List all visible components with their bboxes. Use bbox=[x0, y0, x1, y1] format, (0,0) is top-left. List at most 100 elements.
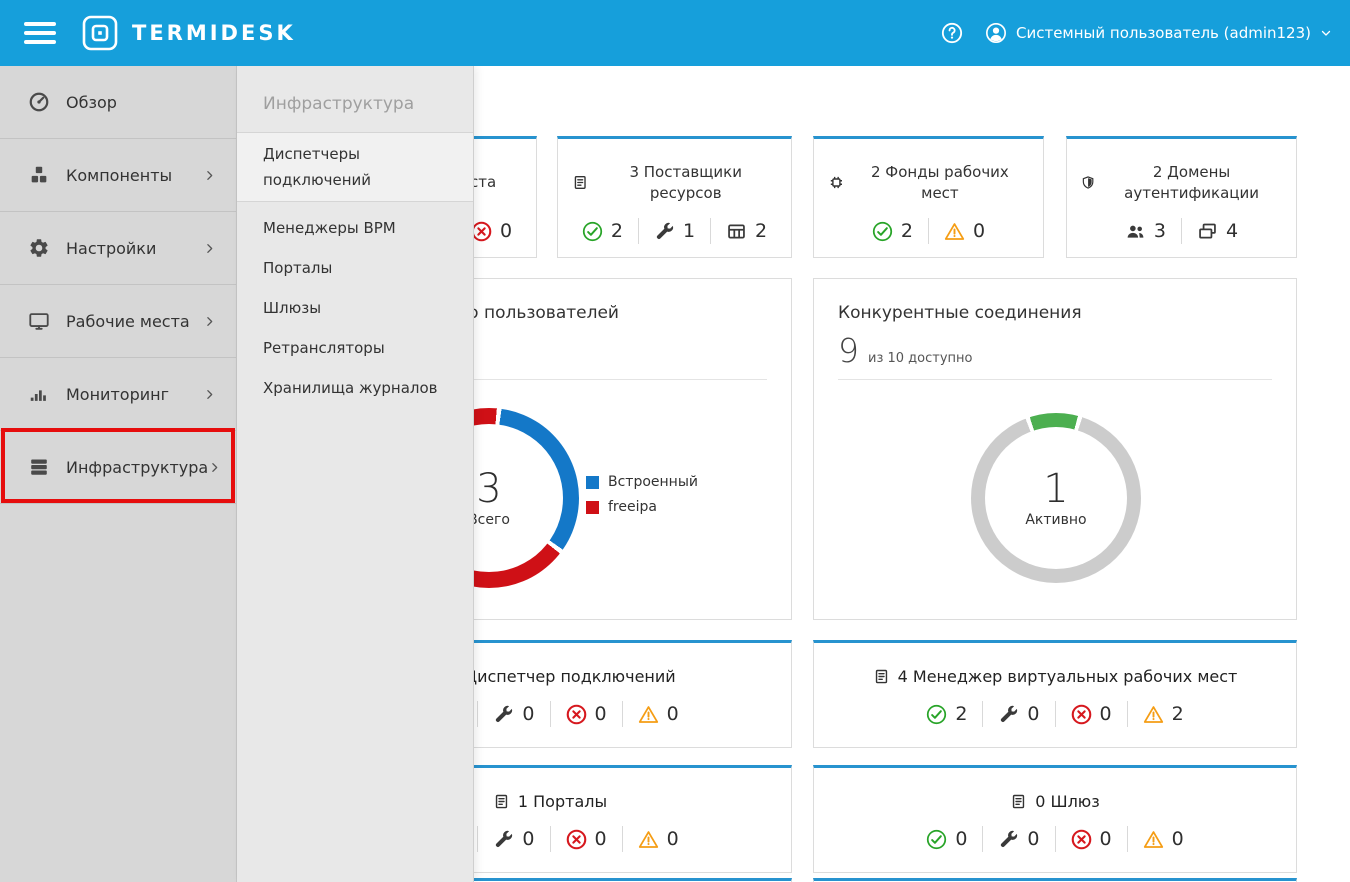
wrench-icon bbox=[493, 829, 514, 850]
warning-triangle-icon bbox=[1143, 829, 1164, 850]
document-icon bbox=[873, 668, 890, 685]
stat-value: 0 bbox=[1027, 828, 1039, 850]
stat-value: 0 bbox=[973, 220, 985, 242]
stat-value: 0 bbox=[1172, 828, 1184, 850]
card-stats: 2 0 bbox=[814, 218, 1043, 257]
sidebar-item-overview[interactable]: Обзор bbox=[0, 66, 236, 139]
stat-value: 2 bbox=[611, 220, 623, 242]
auth-domains-stat-card: 2 Домены аутентификации 3 4 bbox=[1066, 136, 1297, 258]
users-icon bbox=[1125, 221, 1146, 242]
divider bbox=[838, 379, 1272, 380]
chart-legend: Встроенный freeipa bbox=[586, 474, 698, 515]
document-icon bbox=[1010, 793, 1027, 810]
workplace-funds-stat-card: 2 Фонды рабочих мест 2 0 bbox=[813, 136, 1044, 258]
stat-value: 0 bbox=[522, 703, 534, 725]
screens-icon bbox=[1197, 221, 1218, 242]
server-stack-icon bbox=[28, 456, 50, 478]
submenu-item-connection-dispatchers[interactable]: Диспетчеры подключений bbox=[237, 132, 473, 202]
submenu-item-gateways[interactable]: Шлюзы bbox=[237, 288, 473, 328]
stat-error: 0 bbox=[550, 826, 622, 852]
legend-swatch bbox=[586, 476, 599, 489]
stat-value: 0 bbox=[595, 828, 607, 850]
stat-warning: 2 bbox=[1127, 701, 1199, 727]
stat-value: 2 bbox=[1172, 703, 1184, 725]
warning-triangle-icon bbox=[638, 829, 659, 850]
stat-maintenance: 0 bbox=[982, 701, 1054, 727]
donut-center-value: 3 bbox=[476, 468, 501, 510]
shield-icon bbox=[1081, 174, 1095, 191]
availability: 9 из 10 доступно bbox=[838, 331, 972, 370]
stat-error: 0 bbox=[1055, 826, 1127, 852]
monitor-icon bbox=[28, 310, 50, 332]
sidebar-item-settings[interactable]: Настройки bbox=[0, 212, 236, 285]
grid-icon bbox=[726, 221, 747, 242]
sidebar-item-label: Инфраструктура bbox=[66, 458, 208, 477]
stat-maintenance: 0 bbox=[477, 701, 549, 727]
x-circle-icon bbox=[566, 829, 587, 850]
sidebar-item-monitoring[interactable]: Мониторинг bbox=[0, 358, 236, 431]
submenu-item-relays[interactable]: Ретрансляторы bbox=[237, 328, 473, 368]
brand-logo: TERMIDESK bbox=[82, 15, 296, 51]
hamburger-menu-button[interactable] bbox=[24, 22, 56, 44]
chevron-right-icon bbox=[203, 388, 216, 401]
card-stats: 3 4 bbox=[1067, 218, 1296, 257]
stat-screens: 4 bbox=[1181, 218, 1253, 244]
submenu-item-vdi-managers[interactable]: Менеджеры ВРМ bbox=[237, 208, 473, 248]
top-bar: TERMIDESK Системный пользователь (admin1… bbox=[0, 0, 1350, 66]
check-circle-icon bbox=[582, 221, 603, 242]
stat-error: 0 bbox=[1055, 701, 1127, 727]
chevron-down-icon bbox=[1320, 27, 1332, 39]
stat-value: 1 bbox=[683, 220, 695, 242]
stat-value: 0 bbox=[667, 828, 679, 850]
sidebar-item-infrastructure[interactable]: Инфраструктура bbox=[0, 431, 236, 504]
stat-value: 0 bbox=[667, 703, 679, 725]
x-circle-icon bbox=[1071, 829, 1092, 850]
stat-value: 0 bbox=[500, 220, 512, 242]
help-icon[interactable] bbox=[941, 22, 963, 44]
sidebar-item-components[interactable]: Компоненты bbox=[0, 139, 236, 212]
available-suffix: из 10 доступно bbox=[868, 351, 972, 366]
card-title: 4 Менеджер виртуальных рабочих мест bbox=[873, 667, 1238, 686]
stat-ok: 2 bbox=[857, 218, 928, 244]
warning-triangle-icon bbox=[1143, 704, 1164, 725]
submenu-title: Инфраструктура bbox=[263, 94, 473, 114]
stat-value: 0 bbox=[595, 703, 607, 725]
bar-chart-icon bbox=[28, 383, 50, 405]
stat-value: 2 bbox=[755, 220, 767, 242]
topbar-right: Системный пользователь (admin123) bbox=[941, 22, 1332, 44]
stat-users: 3 bbox=[1110, 218, 1181, 244]
stat-value: 0 bbox=[955, 828, 967, 850]
card-title: 0 Шлюз bbox=[1010, 792, 1100, 811]
donut-center-value: 1 bbox=[1043, 468, 1068, 510]
legend-item: freeipa bbox=[586, 499, 698, 515]
x-circle-icon bbox=[566, 704, 587, 725]
brand-name: TERMIDESK bbox=[132, 21, 296, 45]
check-circle-icon bbox=[872, 221, 893, 242]
stat-value: 0 bbox=[1100, 828, 1112, 850]
card-title: Конкурентные соединения bbox=[838, 303, 1082, 323]
warning-triangle-icon bbox=[944, 221, 965, 242]
stat-ok: 0 bbox=[911, 826, 982, 852]
vdi-managers-card: 4 Менеджер виртуальных рабочих мест 2 0 … bbox=[813, 640, 1297, 748]
sidebar-item-workplaces[interactable]: Рабочие места bbox=[0, 285, 236, 358]
donut-center: 1 Активно bbox=[985, 427, 1127, 569]
stat-value: 0 bbox=[1100, 703, 1112, 725]
card-stats: 0 0 0 0 bbox=[911, 826, 1198, 852]
chevron-right-icon bbox=[208, 461, 221, 474]
donut-center-label: Активно bbox=[1025, 512, 1086, 528]
submenu-item-portals[interactable]: Порталы bbox=[237, 248, 473, 288]
chevron-right-icon bbox=[203, 169, 216, 182]
gateways-card: 0 Шлюз 0 0 0 0 bbox=[813, 765, 1297, 873]
sidebar: Обзор Компоненты Настройки Рабочие места… bbox=[0, 66, 237, 882]
chevron-right-icon bbox=[203, 315, 216, 328]
sidebar-item-label: Настройки bbox=[66, 239, 156, 258]
stat-ok: 2 bbox=[567, 218, 638, 244]
user-menu[interactable]: Системный пользователь (admin123) bbox=[985, 22, 1332, 44]
user-icon bbox=[985, 22, 1007, 44]
legend-swatch bbox=[586, 501, 599, 514]
sidebar-item-label: Обзор bbox=[66, 93, 117, 112]
chip-icon bbox=[828, 174, 845, 191]
resource-providers-stat-card: 3 Поставщики ресурсов 2 1 2 bbox=[557, 136, 792, 258]
check-circle-icon bbox=[926, 704, 947, 725]
submenu-item-log-storages[interactable]: Хранилища журналов bbox=[237, 368, 473, 408]
